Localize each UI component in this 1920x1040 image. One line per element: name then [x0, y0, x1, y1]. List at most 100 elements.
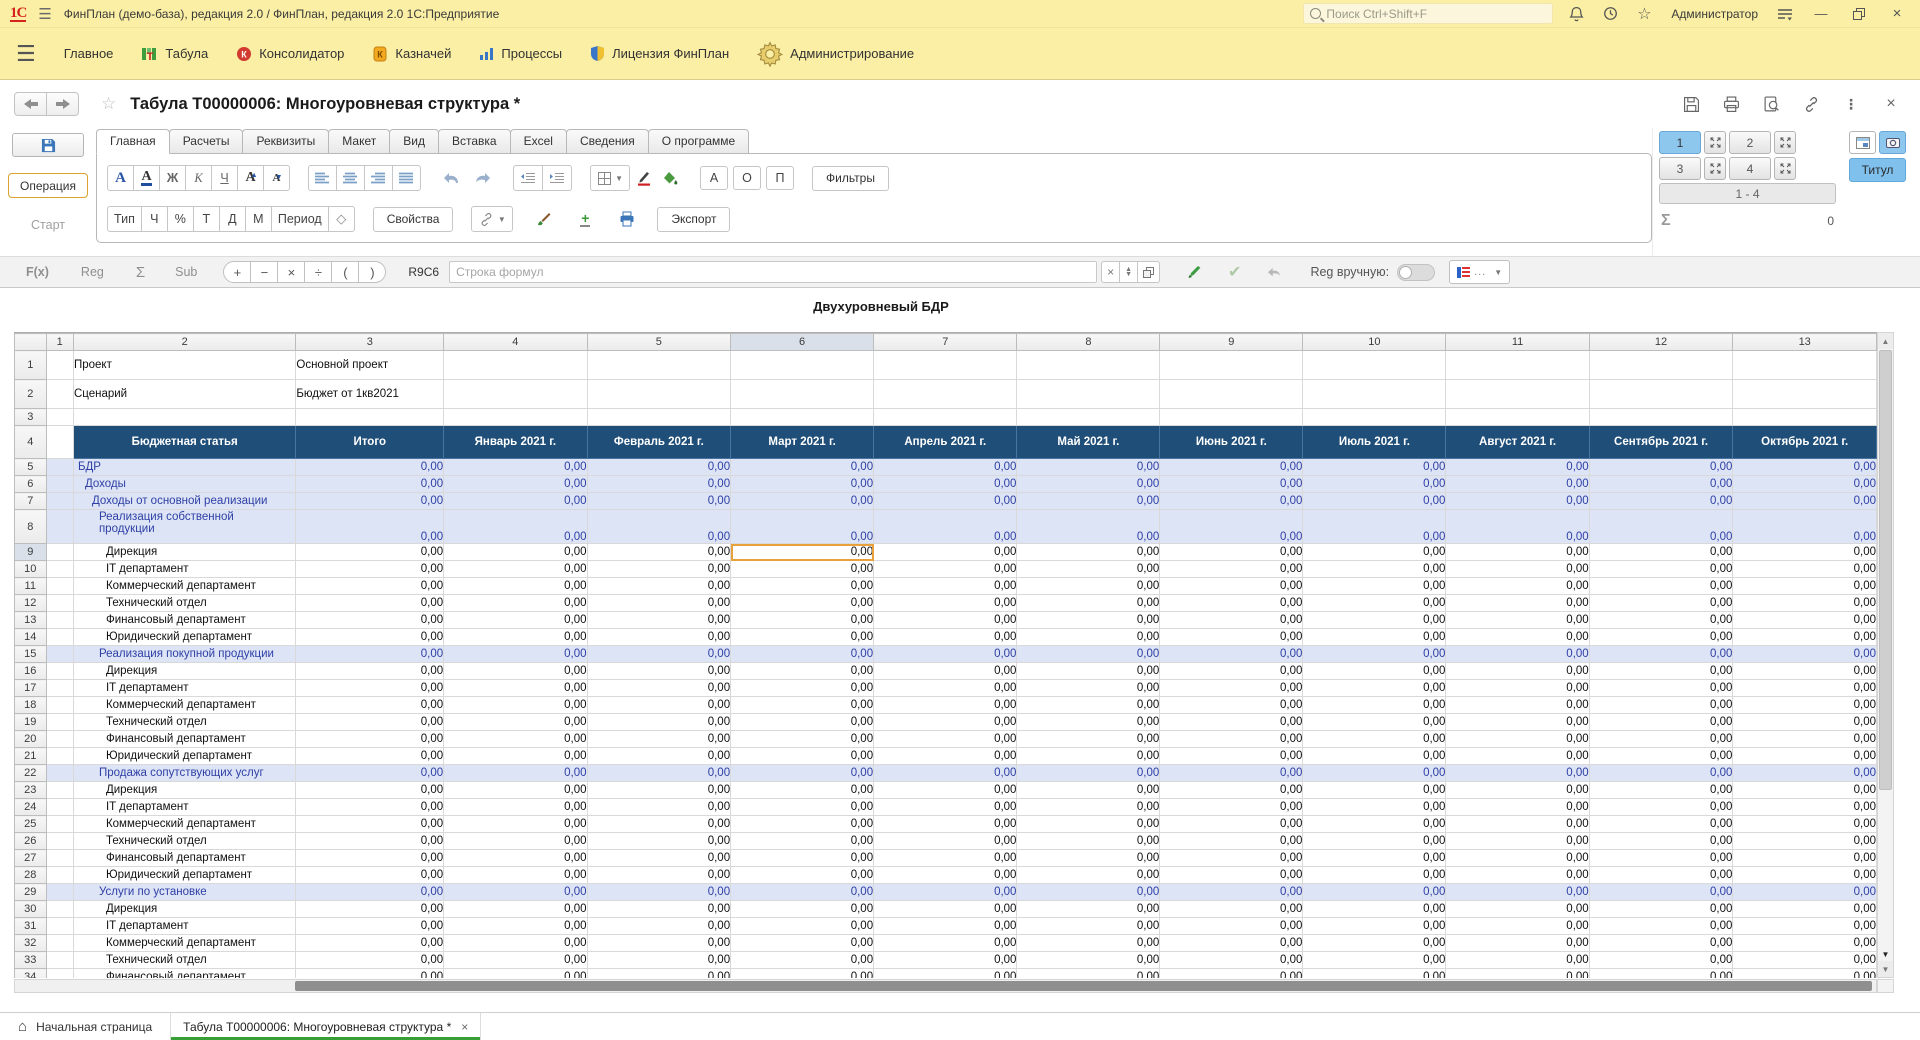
value-cell[interactable]: 0,00 — [444, 493, 587, 510]
value-cell[interactable]: 0,00 — [1589, 850, 1733, 867]
value-cell[interactable]: 0,00 — [1303, 459, 1446, 476]
value-cell[interactable]: 0,00 — [1733, 663, 1877, 680]
value-cell[interactable]: 0,00 — [1160, 867, 1303, 884]
value-cell[interactable]: 0,00 — [874, 799, 1017, 816]
value-cell[interactable]: 0,00 — [444, 833, 587, 850]
value-cell[interactable]: 0,00 — [1160, 629, 1303, 646]
value-cell[interactable]: 0,00 — [874, 952, 1017, 969]
scroll-down-icon[interactable]: ▼ — [1878, 961, 1893, 977]
italic-button[interactable]: К — [185, 165, 212, 191]
tab-О программе[interactable]: О программе — [648, 129, 749, 154]
value-cell[interactable]: 0,00 — [1017, 952, 1160, 969]
value-cell[interactable]: 0,00 — [444, 561, 587, 578]
value-cell[interactable]: 0,00 — [587, 561, 731, 578]
value-cell[interactable]: 0,00 — [296, 969, 444, 979]
sub-button[interactable]: Sub — [175, 265, 197, 279]
value-cell[interactable]: 0,00 — [1160, 561, 1303, 578]
value-cell[interactable]: 0,00 — [1446, 595, 1589, 612]
value-cell[interactable]: 0,00 — [587, 680, 731, 697]
row-label[interactable]: Финансовый департамент — [73, 850, 295, 867]
value-cell[interactable]: 0,00 — [1303, 578, 1446, 595]
value-cell[interactable]: 0,00 — [1446, 918, 1589, 935]
value-cell[interactable]: 0,00 — [1303, 595, 1446, 612]
font-name-button[interactable]: A — [107, 165, 134, 191]
value-cell[interactable]: 0,00 — [1733, 629, 1877, 646]
value-cell[interactable]: 0,00 — [1733, 901, 1877, 918]
value-cell[interactable]: 0,00 — [1160, 884, 1303, 901]
value-cell[interactable]: 0,00 — [444, 544, 587, 561]
value-cell[interactable]: 0,00 — [731, 510, 874, 544]
value-cell[interactable]: 0,00 — [444, 901, 587, 918]
value-cell[interactable]: 0,00 — [1446, 731, 1589, 748]
value-cell[interactable]: 0,00 — [874, 731, 1017, 748]
value-cell[interactable]: 0,00 — [1303, 833, 1446, 850]
value-cell[interactable]: 0,00 — [731, 476, 874, 493]
value-cell[interactable]: 0,00 — [1589, 646, 1733, 663]
value-cell[interactable]: 0,00 — [1446, 578, 1589, 595]
reg-flag-button[interactable]: ... ▼ — [1449, 260, 1510, 284]
value-cell[interactable]: 0,00 — [1733, 850, 1877, 867]
value-cell[interactable]: 0,00 — [731, 646, 874, 663]
value-cell[interactable]: 0,00 — [1303, 782, 1446, 799]
cell-link-icon[interactable]: ▼ — [471, 206, 513, 232]
letter-button-О[interactable]: О — [733, 166, 761, 190]
value-cell[interactable]: 0,00 — [1733, 884, 1877, 901]
value-cell[interactable]: 0,00 — [1160, 493, 1303, 510]
row-label[interactable]: IT департамент — [73, 799, 295, 816]
sigma-button[interactable]: Σ — [136, 264, 145, 281]
row-label[interactable]: Финансовый департамент — [73, 969, 295, 979]
letter-button-П[interactable]: П — [766, 166, 794, 190]
value-cell[interactable]: 0,00 — [1017, 969, 1160, 979]
value-cell[interactable]: 0,00 — [731, 680, 874, 697]
value-cell[interactable]: 0,00 — [1733, 918, 1877, 935]
row-label[interactable]: Коммерческий департамент — [73, 578, 295, 595]
value-cell[interactable]: 0,00 — [444, 731, 587, 748]
save-icon[interactable] — [1676, 92, 1706, 116]
value-cell[interactable]: 0,00 — [587, 952, 731, 969]
value-cell[interactable]: 0,00 — [296, 459, 444, 476]
value-cell[interactable]: 0,00 — [1017, 697, 1160, 714]
column-header-2[interactable]: 2 — [73, 334, 295, 351]
value-cell[interactable]: 0,00 — [296, 680, 444, 697]
horizontal-scrollbar[interactable] — [14, 979, 1877, 993]
header-cell[interactable]: Июнь 2021 г. — [1160, 426, 1303, 459]
value-cell[interactable]: 0,00 — [1303, 612, 1446, 629]
value-cell[interactable]: 0,00 — [1303, 476, 1446, 493]
row-header-3[interactable]: 3 — [15, 409, 47, 426]
value-cell[interactable]: 0,00 — [1446, 782, 1589, 799]
titlebar-hamburger-icon[interactable]: ☰ — [38, 5, 51, 23]
value-cell[interactable]: 0,00 — [1589, 816, 1733, 833]
value-cell[interactable]: 0,00 — [1017, 799, 1160, 816]
print-preview-icon[interactable] — [1756, 92, 1786, 116]
value-cell[interactable]: 0,00 — [1160, 918, 1303, 935]
value-cell[interactable]: 0,00 — [444, 612, 587, 629]
menu-item-processy[interactable]: Процессы — [465, 40, 576, 67]
zone-range-button[interactable]: 1 - 4 — [1659, 183, 1836, 204]
value-cell[interactable]: 0,00 — [1160, 680, 1303, 697]
value-cell[interactable]: 0,00 — [731, 663, 874, 680]
header-cell[interactable]: Июль 2021 г. — [1303, 426, 1446, 459]
value-cell[interactable]: 0,00 — [874, 459, 1017, 476]
column-header-7[interactable]: 7 — [874, 334, 1017, 351]
increase-indent-icon[interactable] — [542, 165, 572, 191]
value-cell[interactable]: 0,00 — [1303, 969, 1446, 979]
row-label[interactable]: Услуги по установке — [73, 884, 295, 901]
value-cell[interactable]: 0,00 — [1017, 476, 1160, 493]
column-header-1[interactable]: 1 — [46, 334, 73, 351]
row-header-7[interactable]: 7 — [15, 493, 47, 510]
value-cell[interactable]: 0,00 — [1017, 578, 1160, 595]
value-cell[interactable]: 0,00 — [1160, 952, 1303, 969]
row-header-6[interactable]: 6 — [15, 476, 47, 493]
column-header-8[interactable]: 8 — [1017, 334, 1160, 351]
value-cell[interactable]: 0,00 — [587, 748, 731, 765]
info-value[interactable] — [296, 409, 444, 426]
value-cell[interactable]: 0,00 — [296, 918, 444, 935]
tab-Excel[interactable]: Excel — [510, 129, 567, 154]
value-cell[interactable]: 0,00 — [587, 816, 731, 833]
underline-button[interactable]: Ч — [211, 165, 238, 191]
value-cell[interactable]: 0,00 — [296, 816, 444, 833]
value-cell[interactable]: 0,00 — [874, 510, 1017, 544]
value-cell[interactable]: 0,00 — [874, 629, 1017, 646]
type-button-Ч[interactable]: Ч — [141, 206, 168, 232]
value-cell[interactable]: 0,00 — [296, 782, 444, 799]
